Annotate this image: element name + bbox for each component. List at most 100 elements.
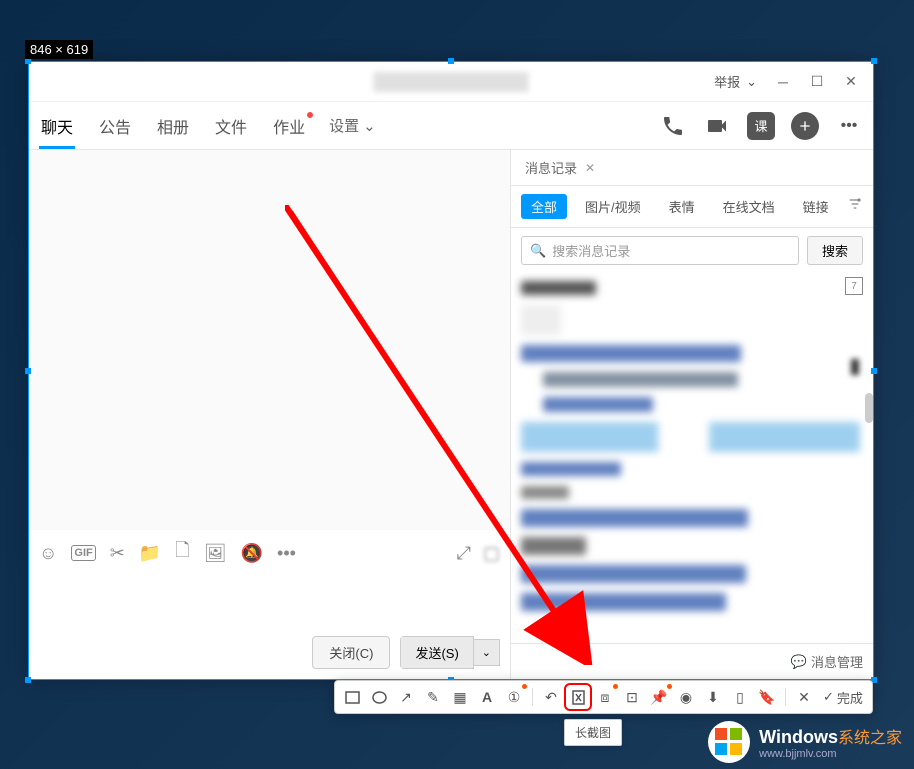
number-tool[interactable]: ①: [503, 686, 525, 708]
blurred-content: [521, 537, 586, 555]
search-placeholder: 搜索消息记录: [552, 241, 630, 260]
download-tool[interactable]: ⬇: [702, 686, 724, 708]
window-title-blurred: [374, 72, 529, 92]
maximize-button[interactable]: ☐: [803, 68, 831, 96]
screenshot-toolbar: ↗ ✎ ▦ A ① ↶ ⧈ ⊡ 📌 ◉ ⬇ ▯ 🔖 ✕ ✓ 完成: [334, 680, 873, 714]
watermark-url: www.bjjmlv.com: [759, 748, 902, 760]
input-toolbar: ☺ GIF ✂ 📁 🗋 🖼 🔕 ••• ⤢ ▢: [29, 530, 510, 576]
blurred-content: [521, 281, 596, 295]
arrow-tool[interactable]: ↗: [395, 686, 417, 708]
filter-emoji[interactable]: 表情: [659, 194, 705, 219]
filter-tabs: 全部 图片/视频 表情 在线文档 链接: [511, 186, 873, 228]
report-label: 举报: [714, 72, 740, 91]
folder-icon[interactable]: 📁: [139, 543, 161, 564]
blurred-content: [521, 509, 748, 527]
tab-chat[interactable]: 聊天: [39, 104, 75, 148]
rectangle-tool[interactable]: [341, 686, 363, 708]
notification-dot: [522, 684, 527, 689]
resize-handle[interactable]: [25, 368, 31, 374]
add-icon[interactable]: [791, 112, 819, 140]
watermark-brand: Windows: [759, 727, 838, 748]
tab-announce[interactable]: 公告: [97, 104, 133, 148]
course-icon[interactable]: 课: [747, 112, 775, 140]
ocr-tool[interactable]: ⧈: [594, 686, 616, 708]
resize-handle[interactable]: [871, 368, 877, 374]
blurred-content: [521, 422, 860, 452]
tab-file[interactable]: 文件: [213, 104, 249, 148]
blurred-content: [521, 486, 569, 499]
resize-handle[interactable]: [448, 58, 454, 64]
resize-handle[interactable]: [25, 677, 31, 683]
mosaic-tool[interactable]: ▦: [449, 686, 471, 708]
qr-tool[interactable]: ⊡: [621, 686, 643, 708]
tab-homework[interactable]: 作业: [271, 104, 307, 148]
mute-icon[interactable]: 🔕: [241, 543, 263, 564]
done-label: 完成: [837, 688, 863, 707]
minimize-button[interactable]: ─: [769, 68, 797, 96]
filter-links[interactable]: 链接: [793, 194, 839, 219]
blurred-content: [521, 305, 561, 335]
dimension-label: 846 × 619: [25, 40, 93, 59]
blurred-content: [543, 397, 653, 412]
undo-tool[interactable]: ↶: [540, 686, 562, 708]
search-input[interactable]: 🔍 搜索消息记录: [521, 236, 799, 265]
phone-tool[interactable]: ▯: [729, 686, 751, 708]
scrollbar-thumb[interactable]: [865, 393, 873, 423]
call-icon[interactable]: [659, 112, 687, 140]
close-button[interactable]: ✕: [837, 68, 865, 96]
image-icon[interactable]: 🖼: [204, 543, 227, 564]
chat-pane: ☺ GIF ✂ 📁 🗋 🖼 🔕 ••• ⤢ ▢ 关闭(C) 发送(S) ⌄: [29, 150, 511, 679]
report-menu[interactable]: 举报 ⌄: [708, 68, 763, 95]
divider: [785, 688, 786, 706]
scissors-icon[interactable]: ✂: [110, 543, 125, 564]
history-tab: 消息记录 ✕: [511, 150, 873, 186]
resize-handle[interactable]: [871, 58, 877, 64]
notification-dot: [307, 112, 313, 118]
filter-settings-icon[interactable]: [847, 196, 863, 217]
send-dropdown[interactable]: ⌄: [474, 639, 500, 666]
blurred-content: [521, 593, 726, 611]
close-history-icon[interactable]: ✕: [585, 161, 595, 175]
emoji-icon[interactable]: ☺: [39, 543, 57, 564]
blurred-content: [521, 565, 746, 583]
notification-dot: [613, 684, 618, 689]
message-manage-link[interactable]: 消息管理: [811, 652, 863, 671]
filter-media[interactable]: 图片/视频: [575, 194, 651, 219]
more-input-icon[interactable]: •••: [277, 543, 296, 564]
close-button[interactable]: 关闭(C): [312, 636, 390, 669]
search-icon: 🔍: [530, 243, 546, 259]
chevron-down-icon: ⌄: [746, 74, 757, 90]
filter-all[interactable]: 全部: [521, 194, 567, 219]
long-screenshot-tool[interactable]: [567, 686, 589, 708]
input-area[interactable]: [29, 576, 510, 626]
tab-homework-label: 作业: [273, 120, 305, 137]
pen-tool[interactable]: ✎: [422, 686, 444, 708]
settings-label: 设置: [329, 115, 359, 136]
message-manage-icon: 💬: [791, 654, 807, 670]
filter-docs[interactable]: 在线文档: [713, 194, 785, 219]
done-tool[interactable]: ✓ 完成: [820, 688, 866, 707]
blurred-content: [521, 462, 621, 476]
record-tool[interactable]: ◉: [675, 686, 697, 708]
gif-icon[interactable]: GIF: [71, 545, 95, 561]
bookmark-tool[interactable]: 🔖: [756, 686, 778, 708]
send-button[interactable]: 发送(S): [400, 636, 473, 669]
tooltip: 长截图: [564, 719, 622, 746]
text-tool[interactable]: A: [476, 686, 498, 708]
video-icon[interactable]: [703, 112, 731, 140]
tab-settings[interactable]: 设置 ⌄: [329, 104, 376, 148]
ellipse-tool[interactable]: [368, 686, 390, 708]
search-row: 🔍 搜索消息记录 搜索: [511, 228, 873, 273]
expand-icon[interactable]: ⤢: [457, 543, 471, 564]
calendar-icon[interactable]: 7: [845, 277, 863, 295]
more-icon[interactable]: •••: [835, 112, 863, 140]
tab-album[interactable]: 相册: [155, 104, 191, 148]
history-toggle-icon[interactable]: ▢: [483, 543, 500, 564]
chat-content: [29, 150, 510, 530]
history-panel: 消息记录 ✕ 全部 图片/视频 表情 在线文档 链接 🔍 搜索消息记录 搜索 7: [511, 150, 873, 679]
cancel-tool[interactable]: ✕: [793, 686, 815, 708]
history-tab-label: 消息记录: [525, 158, 577, 177]
file-icon[interactable]: 🗋: [175, 538, 189, 568]
search-button[interactable]: 搜索: [807, 236, 863, 265]
pin-tool[interactable]: 📌: [648, 686, 670, 708]
